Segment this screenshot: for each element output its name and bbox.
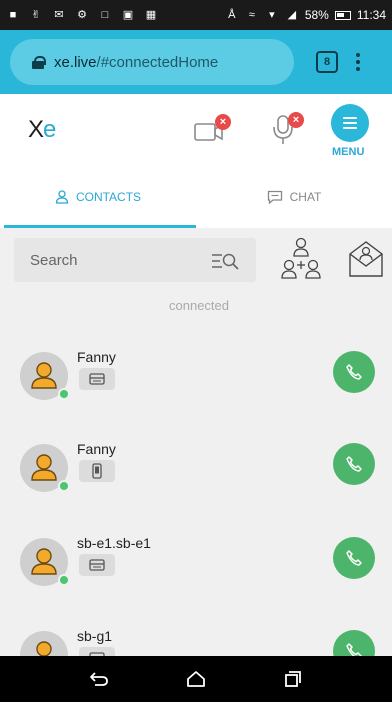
url-domain: xe.live xyxy=(54,53,97,71)
microphone-off-badge: × xyxy=(288,112,304,128)
url-text: xe.live/#connectedHome xyxy=(54,54,218,71)
device-chip xyxy=(79,554,115,576)
address-bar[interactable]: xe.live/#connectedHome xyxy=(10,39,294,85)
chat-bubble-icon xyxy=(267,190,282,204)
create-group-icon[interactable] xyxy=(279,236,323,282)
online-status-dot xyxy=(58,388,70,400)
contact-row[interactable]: sb-g1 xyxy=(0,611,392,656)
browser-menu-icon[interactable] xyxy=(356,53,360,71)
status-bar: ■ ✌ ✉ ⚙ □ ▣ ▦ Å ≈ ▾ ◢ 58% 11:34 xyxy=(0,0,392,30)
desktop-device-icon xyxy=(89,559,105,571)
clipboard-icon: □ xyxy=(101,8,109,21)
tab-switcher-button[interactable]: 8 xyxy=(316,51,338,73)
tab-chat-label: CHAT xyxy=(289,190,322,204)
online-status-dot xyxy=(58,480,70,492)
phone-icon xyxy=(346,550,362,566)
search-input[interactable] xyxy=(30,251,200,269)
recents-button[interactable] xyxy=(281,667,305,691)
device-chip xyxy=(79,460,115,482)
device-chip xyxy=(79,647,115,656)
contact-name: Fanny xyxy=(77,349,116,365)
call-button[interactable] xyxy=(333,630,375,656)
contact-row[interactable]: sb-e1.sb-e1 xyxy=(0,518,392,608)
mail-icon: ✉ xyxy=(54,8,64,21)
battery-icon xyxy=(334,10,351,20)
clock: 11:34 xyxy=(356,8,386,22)
call-button[interactable] xyxy=(333,351,375,393)
call-button[interactable] xyxy=(333,443,375,485)
camera-off-badge: × xyxy=(215,114,231,130)
menu-button[interactable] xyxy=(331,104,369,142)
tab-chat[interactable]: CHAT xyxy=(196,166,392,228)
battery-percent: 58% xyxy=(304,8,329,22)
contact-name: Fanny xyxy=(77,441,116,457)
bluetooth-icon: Å xyxy=(228,8,236,21)
device-chip xyxy=(79,368,115,390)
person-icon xyxy=(55,190,69,204)
notification-hand-icon: ✌ xyxy=(31,8,41,21)
desktop-device-icon xyxy=(89,373,105,385)
image-icon: ▦ xyxy=(145,8,157,21)
app-icon: ▣ xyxy=(122,8,134,21)
avatar xyxy=(20,631,68,656)
microphone-toggle-button[interactable]: × xyxy=(269,112,305,146)
menu-label[interactable]: MENU xyxy=(332,146,364,158)
contact-row[interactable]: Fanny xyxy=(0,424,392,514)
vibrate-icon: ≈ xyxy=(248,8,255,21)
signal-icon: ◢ xyxy=(287,8,297,21)
status-system-icons: Å ≈ ▾ ◢ 58% 11:34 xyxy=(225,8,386,22)
tab-contacts[interactable]: CONTACTS xyxy=(0,166,196,228)
xe-logo[interactable]: Xe xyxy=(28,116,56,144)
back-button[interactable] xyxy=(87,667,111,691)
wifi-icon: ▾ xyxy=(269,8,275,21)
settings-icon: ⚙ xyxy=(77,8,87,21)
camera-toggle-button[interactable]: × xyxy=(193,114,231,144)
contact-name: sb-g1 xyxy=(77,628,113,644)
search-box[interactable] xyxy=(14,238,256,282)
back-arrow-icon xyxy=(89,672,108,686)
mobile-device-icon xyxy=(92,463,102,479)
call-button[interactable] xyxy=(333,537,375,579)
search-filter-icon[interactable] xyxy=(210,250,240,272)
notification-square-icon: ■ xyxy=(9,8,17,21)
url-path: /#connectedHome xyxy=(96,53,219,71)
online-status-dot xyxy=(58,574,70,586)
contact-name: sb-e1.sb-e1 xyxy=(77,535,151,551)
phone-icon xyxy=(346,364,362,380)
home-icon xyxy=(187,671,205,687)
user-avatar-icon xyxy=(36,641,52,656)
phone-icon xyxy=(346,456,362,472)
browser-toolbar: xe.live/#connectedHome 8 xyxy=(0,30,392,94)
section-label-connected: connected xyxy=(169,298,229,313)
system-navigation-bar xyxy=(0,656,392,702)
tab-contacts-label: CONTACTS xyxy=(75,190,142,204)
phone-icon xyxy=(346,643,362,656)
home-button[interactable] xyxy=(184,667,208,691)
app-header: Xe × × MENU xyxy=(0,94,392,166)
recent-apps-icon xyxy=(285,671,302,687)
tab-bar: CONTACTS CHAT xyxy=(0,166,392,228)
lock-icon xyxy=(32,55,46,69)
contact-row[interactable]: Fanny xyxy=(0,332,392,422)
status-notification-icons: ■ ✌ ✉ ⚙ □ ▣ ▦ xyxy=(6,9,158,22)
contacts-panel: connected Fanny xyxy=(0,228,392,656)
invite-envelope-icon[interactable] xyxy=(346,238,386,280)
